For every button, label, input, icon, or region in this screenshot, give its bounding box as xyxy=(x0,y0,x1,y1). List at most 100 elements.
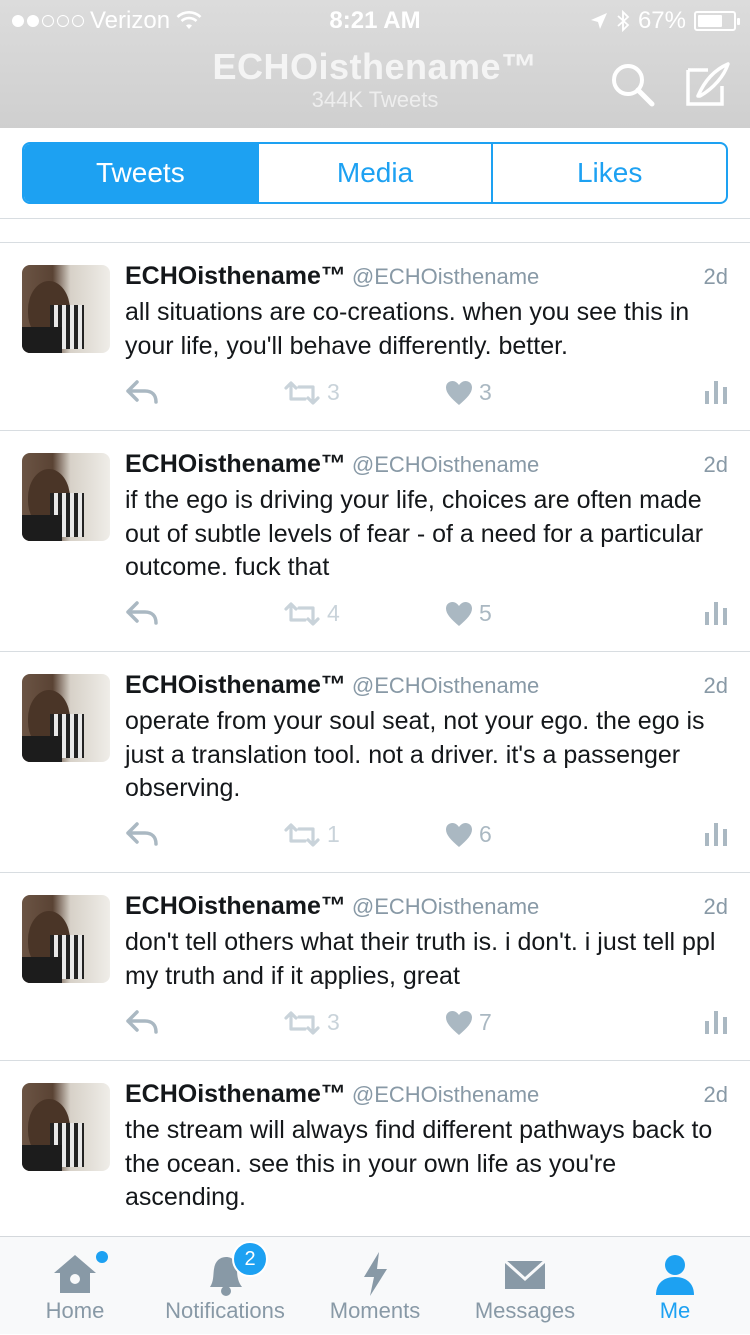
tabbar-me[interactable]: Me xyxy=(600,1237,750,1335)
tweet-author-name[interactable]: ECHOisthename™ xyxy=(125,1080,346,1108)
profile-tabs: Tweets Media Likes xyxy=(22,142,728,204)
tweet-author-handle: @ECHOisthename xyxy=(351,1082,540,1107)
person-icon xyxy=(656,1255,694,1295)
tweet-text: operate from your soul seat, not your eg… xyxy=(125,707,705,802)
heart-icon xyxy=(446,1010,472,1035)
like-button[interactable]: 5 xyxy=(445,600,492,627)
retweet-count: 3 xyxy=(327,379,340,405)
tweet-author-name[interactable]: ECHOisthename™ xyxy=(125,450,346,478)
avatar[interactable] xyxy=(22,265,110,353)
analytics-icon xyxy=(705,381,727,404)
analytics-button[interactable] xyxy=(704,379,728,405)
envelope-icon xyxy=(503,1259,547,1289)
bluetooth-icon xyxy=(617,10,630,32)
like-count: 7 xyxy=(479,1009,492,1035)
tabbar-moments[interactable]: Moments xyxy=(300,1237,450,1335)
tweet-item[interactable]: ECHOisthename™ @ECHOisthename 2d the stre… xyxy=(0,1061,750,1261)
retweet-button[interactable]: 3 xyxy=(283,1009,340,1036)
tweet-item[interactable]: ECHOisthename™ @ECHOisthename 2d all situ… xyxy=(0,243,750,431)
tweet-item[interactable]: ECHOisthename™ @ECHOisthename 2d operate … xyxy=(0,652,750,873)
like-button[interactable]: 3 xyxy=(445,379,492,406)
retweet-icon xyxy=(284,380,320,405)
tweet-item[interactable]: ECHOisthename™ @ECHOisthename 2d if the e… xyxy=(0,431,750,652)
tab-likes[interactable]: Likes xyxy=(491,144,726,202)
tweet-actions: 3 3 xyxy=(125,379,728,413)
status-bar: Verizon 8:21 AM 67% xyxy=(0,0,750,40)
retweet-button[interactable]: 3 xyxy=(283,379,340,406)
tabbar-label: Moments xyxy=(329,1298,421,1323)
reply-button[interactable] xyxy=(125,1009,159,1035)
like-button[interactable]: 6 xyxy=(445,821,492,848)
avatar[interactable] xyxy=(22,674,110,762)
tweet-text: don't tell others what their truth is. i… xyxy=(125,928,716,990)
reply-icon xyxy=(126,380,158,404)
tweet-time: 2d xyxy=(703,894,728,919)
location-icon xyxy=(590,13,607,29)
heart-icon xyxy=(446,380,472,405)
retweet-count: 1 xyxy=(327,821,340,847)
like-count: 5 xyxy=(479,600,492,626)
tweet-feed: ECHOisthename™ @ECHOisthename 2d all situ… xyxy=(0,243,750,1261)
retweet-button[interactable]: 1 xyxy=(283,821,340,848)
retweet-count: 4 xyxy=(327,600,340,626)
avatar[interactable] xyxy=(22,1083,110,1171)
tabbar-label: Me xyxy=(659,1298,691,1323)
tweet-author-handle: @ECHOisthename xyxy=(351,673,540,698)
tabbar-label: Home xyxy=(45,1298,105,1323)
compose-icon[interactable] xyxy=(684,60,732,108)
reply-icon xyxy=(126,601,158,625)
heart-icon xyxy=(446,822,472,847)
tabbar-home[interactable]: Home xyxy=(0,1237,150,1335)
analytics-icon xyxy=(705,823,727,846)
tweet-text: if the ego is driving your life, choices… xyxy=(125,486,704,581)
tweet-time: 2d xyxy=(703,264,728,289)
retweet-icon xyxy=(284,1010,320,1035)
analytics-icon xyxy=(705,602,727,625)
tweet-author-handle: @ECHOisthename xyxy=(351,264,540,289)
analytics-button[interactable] xyxy=(704,600,728,626)
tweet-author-name[interactable]: ECHOisthename™ xyxy=(125,262,346,290)
search-icon[interactable] xyxy=(608,60,656,108)
battery-percent: 67% xyxy=(637,7,686,34)
tweet-item[interactable]: ECHOisthename™ @ECHOisthename 2d don't te… xyxy=(0,873,750,1061)
reply-icon xyxy=(126,1010,158,1034)
tabbar-notifications[interactable]: 2 Notifications xyxy=(150,1237,300,1335)
retweet-icon xyxy=(284,822,320,847)
notification-dot xyxy=(96,1251,108,1263)
reply-button[interactable] xyxy=(125,379,159,405)
tweet-author-name[interactable]: ECHOisthename™ xyxy=(125,892,346,920)
heart-icon xyxy=(446,601,472,626)
tweet-actions: 1 6 xyxy=(125,821,728,855)
notification-badge: 2 xyxy=(232,1241,268,1277)
analytics-button[interactable] xyxy=(704,821,728,847)
tweet-author-handle: @ECHOisthename xyxy=(351,452,540,477)
tweet-author-name[interactable]: ECHOisthename™ xyxy=(125,671,346,699)
tabbar-messages[interactable]: Messages xyxy=(450,1237,600,1335)
reply-button[interactable] xyxy=(125,821,159,847)
battery-icon xyxy=(694,11,740,31)
analytics-button[interactable] xyxy=(704,1009,728,1035)
avatar[interactable] xyxy=(22,895,110,983)
home-icon xyxy=(54,1255,96,1293)
reply-button[interactable] xyxy=(125,600,159,626)
retweet-icon xyxy=(284,601,320,626)
like-count: 6 xyxy=(479,821,492,847)
avatar[interactable] xyxy=(22,453,110,541)
tweet-text: all situations are co-creations. when yo… xyxy=(125,298,690,360)
retweet-button[interactable]: 4 xyxy=(283,600,340,627)
tweet-time: 2d xyxy=(703,452,728,477)
tab-bar: Home 2 Notifications Moments Messages Me xyxy=(0,1236,750,1334)
like-button[interactable]: 7 xyxy=(445,1009,492,1036)
tabbar-label: Notifications xyxy=(165,1298,285,1323)
tabbar-label: Messages xyxy=(474,1298,576,1323)
retweet-count: 3 xyxy=(327,1009,340,1035)
tab-tweets[interactable]: Tweets xyxy=(24,144,257,202)
reply-icon xyxy=(126,822,158,846)
tweet-time: 2d xyxy=(703,1082,728,1107)
analytics-icon xyxy=(705,1011,727,1034)
lightning-icon xyxy=(364,1252,387,1296)
tweet-author-handle: @ECHOisthename xyxy=(351,894,540,919)
tab-media[interactable]: Media xyxy=(256,144,492,202)
tweet-time: 2d xyxy=(703,673,728,698)
divider xyxy=(0,218,750,219)
